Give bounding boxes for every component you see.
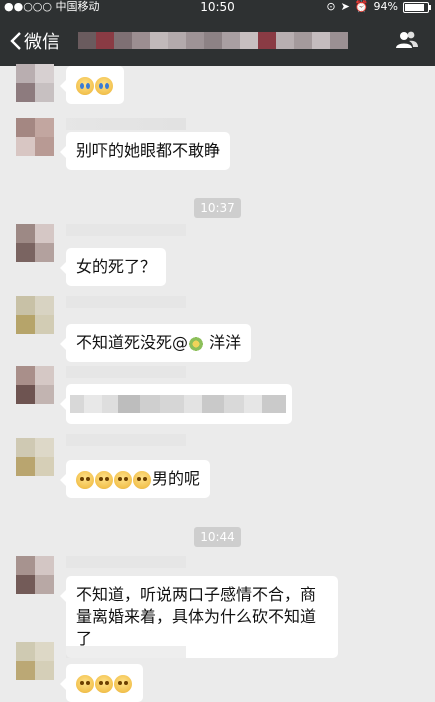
status-bar: ●●○○○ 中国移动 10:50 ⊙ ➤ ⏰ 94% bbox=[0, 0, 435, 14]
sender-name-redacted bbox=[66, 646, 186, 658]
message-text: 男的呢 bbox=[152, 469, 201, 488]
avatar[interactable] bbox=[16, 64, 54, 102]
chat-header: 微信 bbox=[0, 14, 435, 66]
pleading-emoji bbox=[76, 674, 94, 693]
battery-icon bbox=[403, 1, 431, 13]
location-icon: ➤ bbox=[340, 0, 350, 13]
timestamp-label: 10:44 bbox=[194, 527, 241, 547]
sender-name-redacted bbox=[66, 224, 186, 236]
avatar[interactable] bbox=[16, 438, 54, 476]
message-bubble[interactable]: 不知道死没死@ 洋洋 bbox=[59, 324, 252, 362]
message-text: 女的死了？ bbox=[76, 257, 157, 276]
message-text: 不知道死没死@ bbox=[76, 333, 189, 352]
message-bubble[interactable] bbox=[60, 66, 124, 104]
battery-percent: 94% bbox=[373, 0, 398, 13]
avatar[interactable] bbox=[16, 556, 54, 594]
lock-rotation-icon: ⊙ bbox=[326, 0, 336, 13]
avatar[interactable] bbox=[16, 224, 54, 262]
message-text: 别吓的她眼都不敢睁 bbox=[76, 141, 221, 160]
back-label: 微信 bbox=[24, 32, 60, 53]
timestamp: 10:37 bbox=[0, 197, 435, 218]
sender-name-redacted bbox=[66, 366, 186, 378]
chevron-left-icon bbox=[10, 32, 21, 50]
sender-name-redacted bbox=[66, 556, 186, 568]
crying-laughing-emoji bbox=[95, 76, 113, 95]
sender-name-redacted bbox=[66, 118, 186, 130]
back-button[interactable]: 微信 bbox=[10, 28, 60, 54]
pleading-emoji bbox=[133, 470, 151, 489]
crying-laughing-emoji bbox=[76, 76, 94, 95]
flower-avatar-icon bbox=[188, 335, 205, 352]
message-bubble[interactable]: 男的呢 bbox=[59, 460, 211, 498]
chat-title-redacted bbox=[78, 32, 348, 49]
pleading-emoji bbox=[76, 470, 94, 489]
mention-name[interactable]: 洋洋 bbox=[209, 333, 241, 352]
alarm-icon: ⏰ bbox=[354, 0, 369, 13]
redacted-text bbox=[70, 395, 292, 413]
avatar[interactable] bbox=[16, 642, 54, 680]
group-members-icon[interactable] bbox=[395, 30, 419, 54]
status-right: ⊙ ➤ ⏰ 94% bbox=[326, 0, 431, 14]
pleading-emoji bbox=[114, 470, 132, 489]
sender-name-redacted bbox=[66, 296, 186, 308]
message-text: 不知道，听说两口子感情不合，商量离婚来着，具体为什么砍不知道了 bbox=[76, 585, 317, 648]
message-bubble[interactable]: 别吓的她眼都不敢睁 bbox=[59, 132, 231, 170]
redacted-message-bubble[interactable] bbox=[60, 384, 292, 424]
avatar[interactable] bbox=[16, 118, 54, 156]
sender-name-redacted bbox=[66, 434, 186, 446]
timestamp-label: 10:37 bbox=[194, 198, 241, 218]
avatar[interactable] bbox=[16, 366, 54, 404]
avatar[interactable] bbox=[16, 296, 54, 334]
message-bubble[interactable]: 女的死了？ bbox=[59, 248, 167, 286]
pleading-emoji bbox=[114, 674, 132, 693]
pleading-emoji bbox=[95, 674, 113, 693]
timestamp: 10:44 bbox=[0, 526, 435, 547]
pleading-emoji bbox=[95, 470, 113, 489]
message-bubble[interactable] bbox=[60, 664, 143, 702]
chat-area[interactable]: 别吓的她眼都不敢睁 10:37 女的死了？ 不知道死没死@ 洋洋 男的呢 10:… bbox=[0, 64, 435, 702]
battery-level bbox=[405, 3, 424, 11]
